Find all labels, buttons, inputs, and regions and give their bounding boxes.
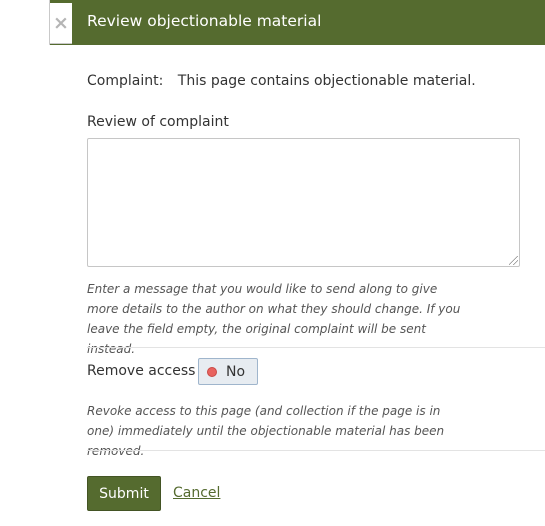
page: × Review objectionable material Complain…: [0, 0, 545, 526]
close-button[interactable]: ×: [49, 3, 72, 44]
remove-access-label: Remove access: [87, 363, 196, 379]
resize-handle-icon[interactable]: [509, 256, 518, 265]
modal-title: Review objectionable material: [87, 12, 322, 30]
submit-button[interactable]: Submit: [87, 476, 161, 511]
close-icon: ×: [53, 11, 69, 34]
complaint-row: Complaint: This page contains objectiona…: [87, 73, 476, 89]
remove-access-toggle[interactable]: No: [198, 358, 258, 385]
toggle-off-indicator-icon: [207, 366, 217, 377]
cancel-link[interactable]: Cancel: [173, 485, 220, 501]
remove-access-help-text: Revoke access to this page (and collecti…: [87, 404, 445, 458]
divider: [87, 347, 545, 348]
review-textarea[interactable]: [87, 138, 520, 267]
complaint-text: This page contains objectionable materia…: [177, 73, 476, 89]
toggle-state-text: No: [226, 363, 246, 380]
review-label: Review of complaint: [87, 114, 229, 130]
complaint-label: Complaint:: [87, 73, 164, 89]
divider: [87, 450, 545, 451]
